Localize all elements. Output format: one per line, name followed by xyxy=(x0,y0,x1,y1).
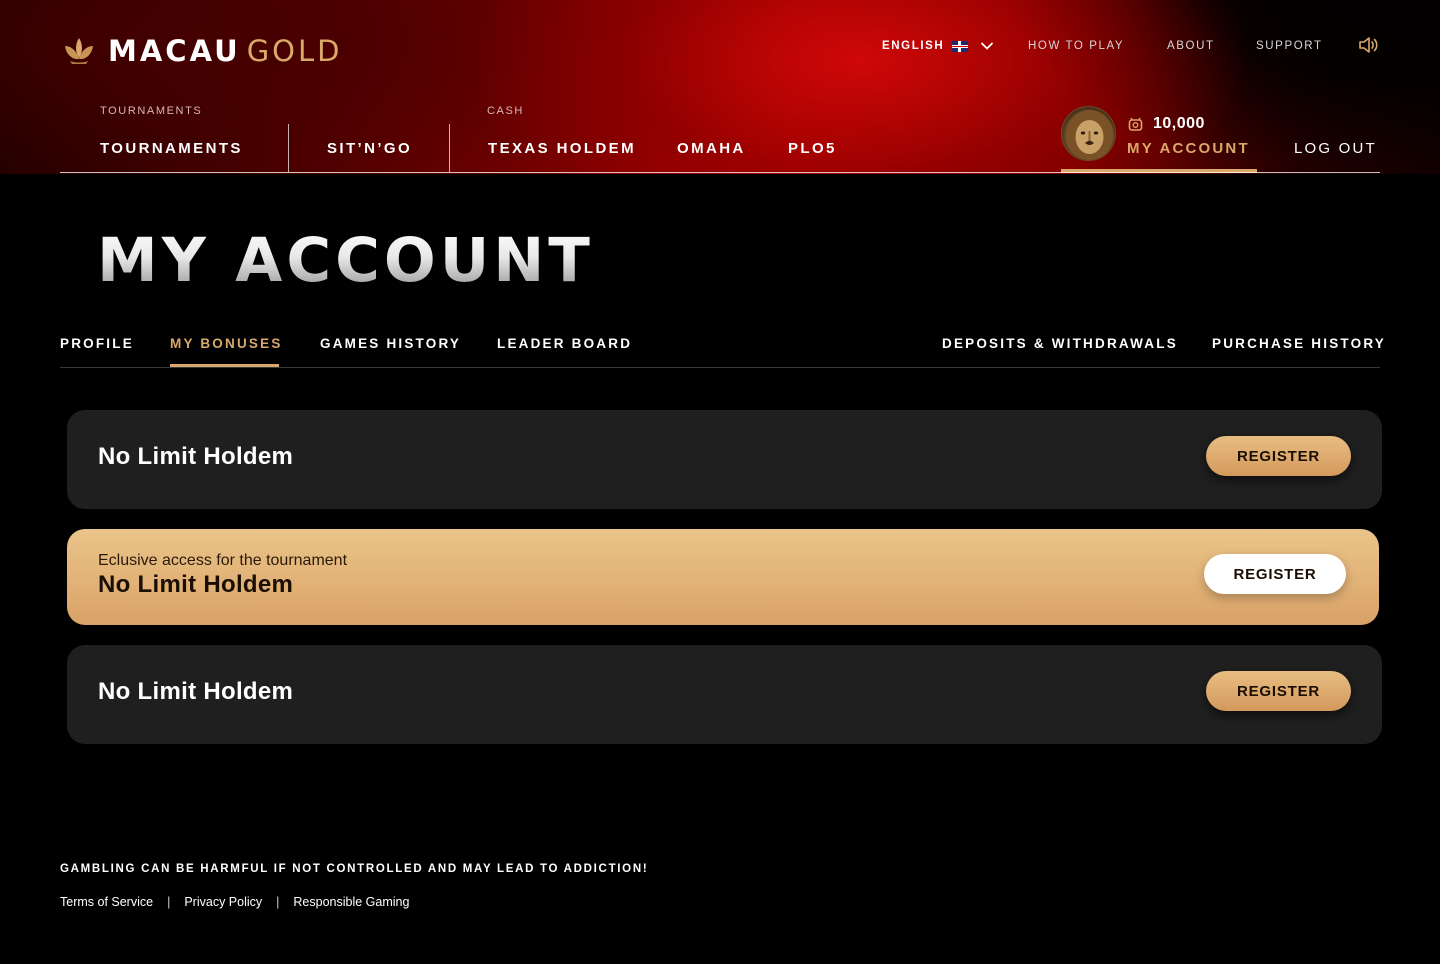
category-label-tournaments: TOURNAMENTS xyxy=(100,105,203,117)
nav-tournaments[interactable]: TOURNAMENTS xyxy=(100,140,243,157)
page-title: MY ACCOUNT xyxy=(97,225,594,296)
terms-link[interactable]: Terms of Service xyxy=(60,895,153,909)
nav-texas-holdem[interactable]: TEXAS HOLDEM xyxy=(488,140,636,157)
lotus-icon xyxy=(65,38,93,64)
header-divider xyxy=(60,172,1380,173)
speaker-icon[interactable] xyxy=(1358,36,1378,54)
balance-value: 10,000 xyxy=(1153,115,1205,132)
register-button[interactable]: REGISTER xyxy=(1204,554,1346,594)
bonus-card-featured: Eclusive access for the tournament No Li… xyxy=(67,529,1379,625)
tab-my-bonuses[interactable]: MY BONUSES xyxy=(170,336,283,351)
nav-sitngo[interactable]: SIT’N’GO xyxy=(327,140,412,157)
chip-icon xyxy=(1128,117,1143,131)
chevron-down-icon xyxy=(981,42,994,50)
uk-flag-icon xyxy=(952,40,969,52)
register-button[interactable]: REGISTER xyxy=(1206,671,1351,711)
tab-purchase-history[interactable]: PURCHASE HISTORY xyxy=(1212,336,1386,351)
tab-games-history[interactable]: GAMES HISTORY xyxy=(320,336,461,351)
bonus-title: No Limit Holdem xyxy=(98,571,294,598)
bonus-title: No Limit Holdem xyxy=(98,443,294,470)
bonus-title: No Limit Holdem xyxy=(98,678,294,705)
footer-links: Terms of Service | Privacy Policy | Resp… xyxy=(60,895,409,909)
tab-profile[interactable]: PROFILE xyxy=(60,336,134,351)
logo-text-macau: MACAU xyxy=(108,34,241,68)
nav-my-account[interactable]: MY ACCOUNT xyxy=(1127,140,1250,157)
nav-omaha[interactable]: OMAHA xyxy=(677,140,746,157)
lion-avatar-icon xyxy=(1065,110,1114,160)
category-label-cash: CASH xyxy=(487,105,524,117)
about-link[interactable]: ABOUT xyxy=(1167,38,1215,54)
register-button[interactable]: REGISTER xyxy=(1206,436,1351,476)
bonus-subtitle: Eclusive access for the tournament xyxy=(98,552,348,569)
logo-text-gold: GOLD xyxy=(246,34,343,68)
gambling-warning: GAMBLING CAN BE HARMFUL IF NOT CONTROLLE… xyxy=(60,863,649,875)
tab-deposits-withdrawals[interactable]: DEPOSITS & WITHDRAWALS xyxy=(942,336,1178,351)
privacy-link[interactable]: Privacy Policy xyxy=(184,895,262,909)
support-link[interactable]: SUPPORT xyxy=(1256,38,1323,54)
how-to-play-link[interactable]: HOW TO PLAY xyxy=(1028,38,1124,54)
footer-separator: | xyxy=(167,895,171,909)
bonus-card: No Limit Holdem REGISTER xyxy=(67,410,1382,509)
tabs-divider xyxy=(60,367,1380,368)
footer-separator: | xyxy=(276,895,280,909)
language-selector[interactable]: ENGLISH xyxy=(882,38,994,54)
bonus-card: No Limit Holdem REGISTER xyxy=(67,645,1382,744)
nav-divider xyxy=(288,124,289,172)
avatar[interactable] xyxy=(1061,106,1116,161)
language-label: ENGLISH xyxy=(882,40,945,52)
site-logo[interactable]: MACAU GOLD xyxy=(62,34,342,68)
tab-leader-board[interactable]: LEADER BOARD xyxy=(497,336,632,351)
responsible-gaming-link[interactable]: Responsible Gaming xyxy=(293,895,409,909)
nav-plo5[interactable]: PLO5 xyxy=(788,140,837,157)
logout-link[interactable]: LOG OUT xyxy=(1294,140,1377,157)
nav-divider xyxy=(449,124,450,172)
